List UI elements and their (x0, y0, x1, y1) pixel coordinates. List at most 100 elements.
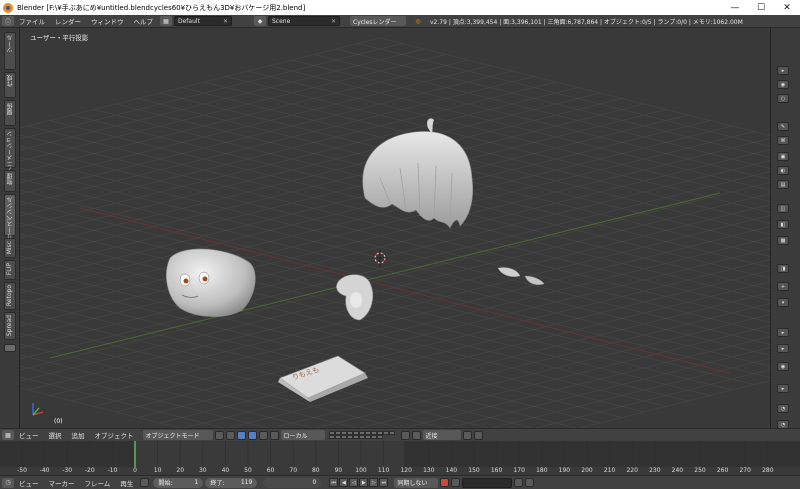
timeline-tick-label: 270 (739, 467, 751, 474)
jump-start-icon[interactable]: ⏮ (329, 478, 339, 487)
menu-marker[interactable]: マーカー (44, 478, 80, 488)
grid-line (225, 76, 770, 213)
tool-button[interactable]: ▸ (777, 344, 789, 353)
tool-button[interactable]: ◫ (777, 204, 789, 213)
grid-line (203, 81, 770, 224)
tool-button[interactable]: ◐ (777, 166, 789, 175)
manipulator-icon[interactable] (236, 430, 246, 440)
timeline-tick-label: 100 (355, 467, 367, 474)
next-key-icon[interactable]: ▷ (369, 478, 379, 487)
scene-icon[interactable]: ◆ (254, 16, 266, 26)
delete-key-icon[interactable] (525, 478, 535, 487)
insert-key-icon[interactable] (514, 478, 524, 487)
menu-file[interactable]: ファイル (14, 16, 50, 26)
snap-dropdown[interactable]: 近接 (422, 430, 461, 440)
tool-button[interactable]: ▤ (777, 180, 789, 189)
scene-stats: v2.79 | 頂点:3,399,454 | 面:3,396,101 | 三角面… (430, 18, 743, 26)
tool-button[interactable]: ✎ (777, 122, 789, 131)
box-model[interactable]: りもえも (278, 355, 368, 402)
tool-button[interactable]: ▸ (777, 384, 789, 393)
play-icon[interactable]: ▶ (359, 478, 369, 487)
timeline-tick-label: -20 (85, 467, 95, 474)
jump-end-icon[interactable]: ⏭ (379, 478, 389, 487)
snap-toggle-icon[interactable] (411, 430, 421, 440)
menu-render[interactable]: レンダー (50, 16, 86, 26)
record-icon[interactable] (440, 478, 450, 487)
close-icon[interactable]: ✕ (331, 18, 336, 25)
tool-button[interactable]: ◉ (777, 362, 789, 371)
preview-range-icon[interactable] (140, 478, 150, 487)
maximize-button[interactable]: ☐ (748, 0, 774, 15)
layout-field[interactable]: Default ✕ (174, 16, 232, 26)
menu-view[interactable]: ビュー (14, 478, 44, 488)
render-icon[interactable] (462, 430, 472, 440)
tab-retopo[interactable]: Retopo (4, 282, 16, 310)
toolshelf-collapse-button[interactable] (4, 344, 16, 352)
editor-type-icon[interactable]: ▦ (2, 430, 14, 440)
tab-physics[interactable]: 物理 (4, 170, 16, 192)
end-frame-field[interactable]: 終了: 119 (205, 477, 258, 488)
menu-window[interactable]: ウィンドウ (86, 16, 129, 26)
tab-animation[interactable]: アニメーション (4, 128, 16, 173)
tool-button[interactable]: ▩ (777, 236, 789, 245)
tab-spread[interactable]: Spread (4, 312, 16, 340)
render-engine-dropdown[interactable]: Cyclesレンダー (350, 16, 406, 26)
scale-icon[interactable] (269, 430, 279, 440)
body-model[interactable] (336, 274, 373, 321)
lock-icon[interactable] (400, 430, 410, 440)
start-frame-field[interactable]: 開始: 1 (153, 477, 204, 488)
3d-cursor-icon[interactable] (372, 250, 388, 266)
play-reverse-icon[interactable]: ◁ (349, 478, 359, 487)
close-icon[interactable]: ✕ (223, 18, 228, 25)
mode-dropdown[interactable]: オブジェクトモード (142, 430, 213, 440)
shading-icon[interactable] (214, 430, 224, 440)
tab-create[interactable]: 作成 (4, 72, 16, 98)
view-toggle-button[interactable]: ▸ (777, 66, 789, 75)
menu-help[interactable]: ヘルプ (129, 16, 159, 26)
orientation-dropdown[interactable]: ローカル (280, 430, 325, 440)
rotate-icon[interactable] (258, 430, 268, 440)
menu-object[interactable]: オブジェクト (90, 430, 139, 440)
add-button[interactable]: + (777, 282, 789, 291)
sync-dropdown[interactable]: 同期しない (394, 477, 439, 488)
tab-relations[interactable]: 関係 (4, 100, 16, 126)
scene-field[interactable]: Scene ✕ (268, 16, 340, 26)
translate-icon[interactable] (247, 430, 257, 440)
menu-select[interactable]: 選択 (44, 430, 67, 440)
tool-button[interactable]: ▾ (777, 298, 789, 307)
tool-button[interactable]: ▣ (777, 152, 789, 161)
layout-icon[interactable]: ▦ (160, 16, 172, 26)
tab-flip[interactable]: FLIP (4, 260, 16, 280)
menu-frame[interactable]: フレーム (80, 478, 116, 488)
3d-viewport[interactable]: りもえも ユーザー・平行投影 (0) (20, 28, 770, 428)
view-toggle-button[interactable]: ○ (777, 94, 789, 103)
layer-buttons[interactable] (328, 430, 399, 440)
timeline-editor[interactable]: -50 -40 -30 -20 -10 0 10 20 30 40 50 60 70 80 90 100 110… (0, 441, 800, 475)
menu-add[interactable]: 追加 (67, 430, 90, 440)
info-editor-icon[interactable]: ⓘ (2, 16, 14, 26)
close-button[interactable]: ✕ (774, 0, 800, 15)
prev-key-icon[interactable]: ◀ (339, 478, 349, 487)
tool-button[interactable]: ◔ (777, 404, 789, 413)
pivot-icon[interactable] (225, 430, 235, 440)
keying-set-icon[interactable] (451, 478, 461, 487)
keying-set-field[interactable] (462, 477, 513, 488)
minimize-button[interactable]: — (722, 0, 748, 15)
camera-icon[interactable] (473, 430, 483, 440)
tool-button[interactable]: ◨ (777, 264, 789, 273)
out-of-range-shade (403, 441, 800, 467)
tab-tools[interactable]: ツール (4, 32, 16, 70)
current-frame-field[interactable]: 0 (263, 477, 322, 488)
timeline-editor-icon[interactable]: ◷ (2, 477, 14, 488)
hair-model[interactable] (362, 118, 473, 229)
view-toggle-button[interactable]: ◉ (777, 80, 789, 89)
menu-view[interactable]: ビュー (14, 430, 44, 440)
tool-button[interactable]: ⌘ (777, 136, 789, 145)
head-model[interactable] (166, 248, 256, 317)
tab-misc[interactable]: Misc (4, 238, 16, 258)
blender-logo-icon (3, 2, 13, 13)
menu-playback[interactable]: 再生 (115, 478, 138, 488)
tab-grease-pencil[interactable]: グリースペンシル (4, 194, 16, 245)
tool-button[interactable]: ▸ (777, 328, 789, 337)
tool-button[interactable]: ◧ (777, 220, 789, 229)
